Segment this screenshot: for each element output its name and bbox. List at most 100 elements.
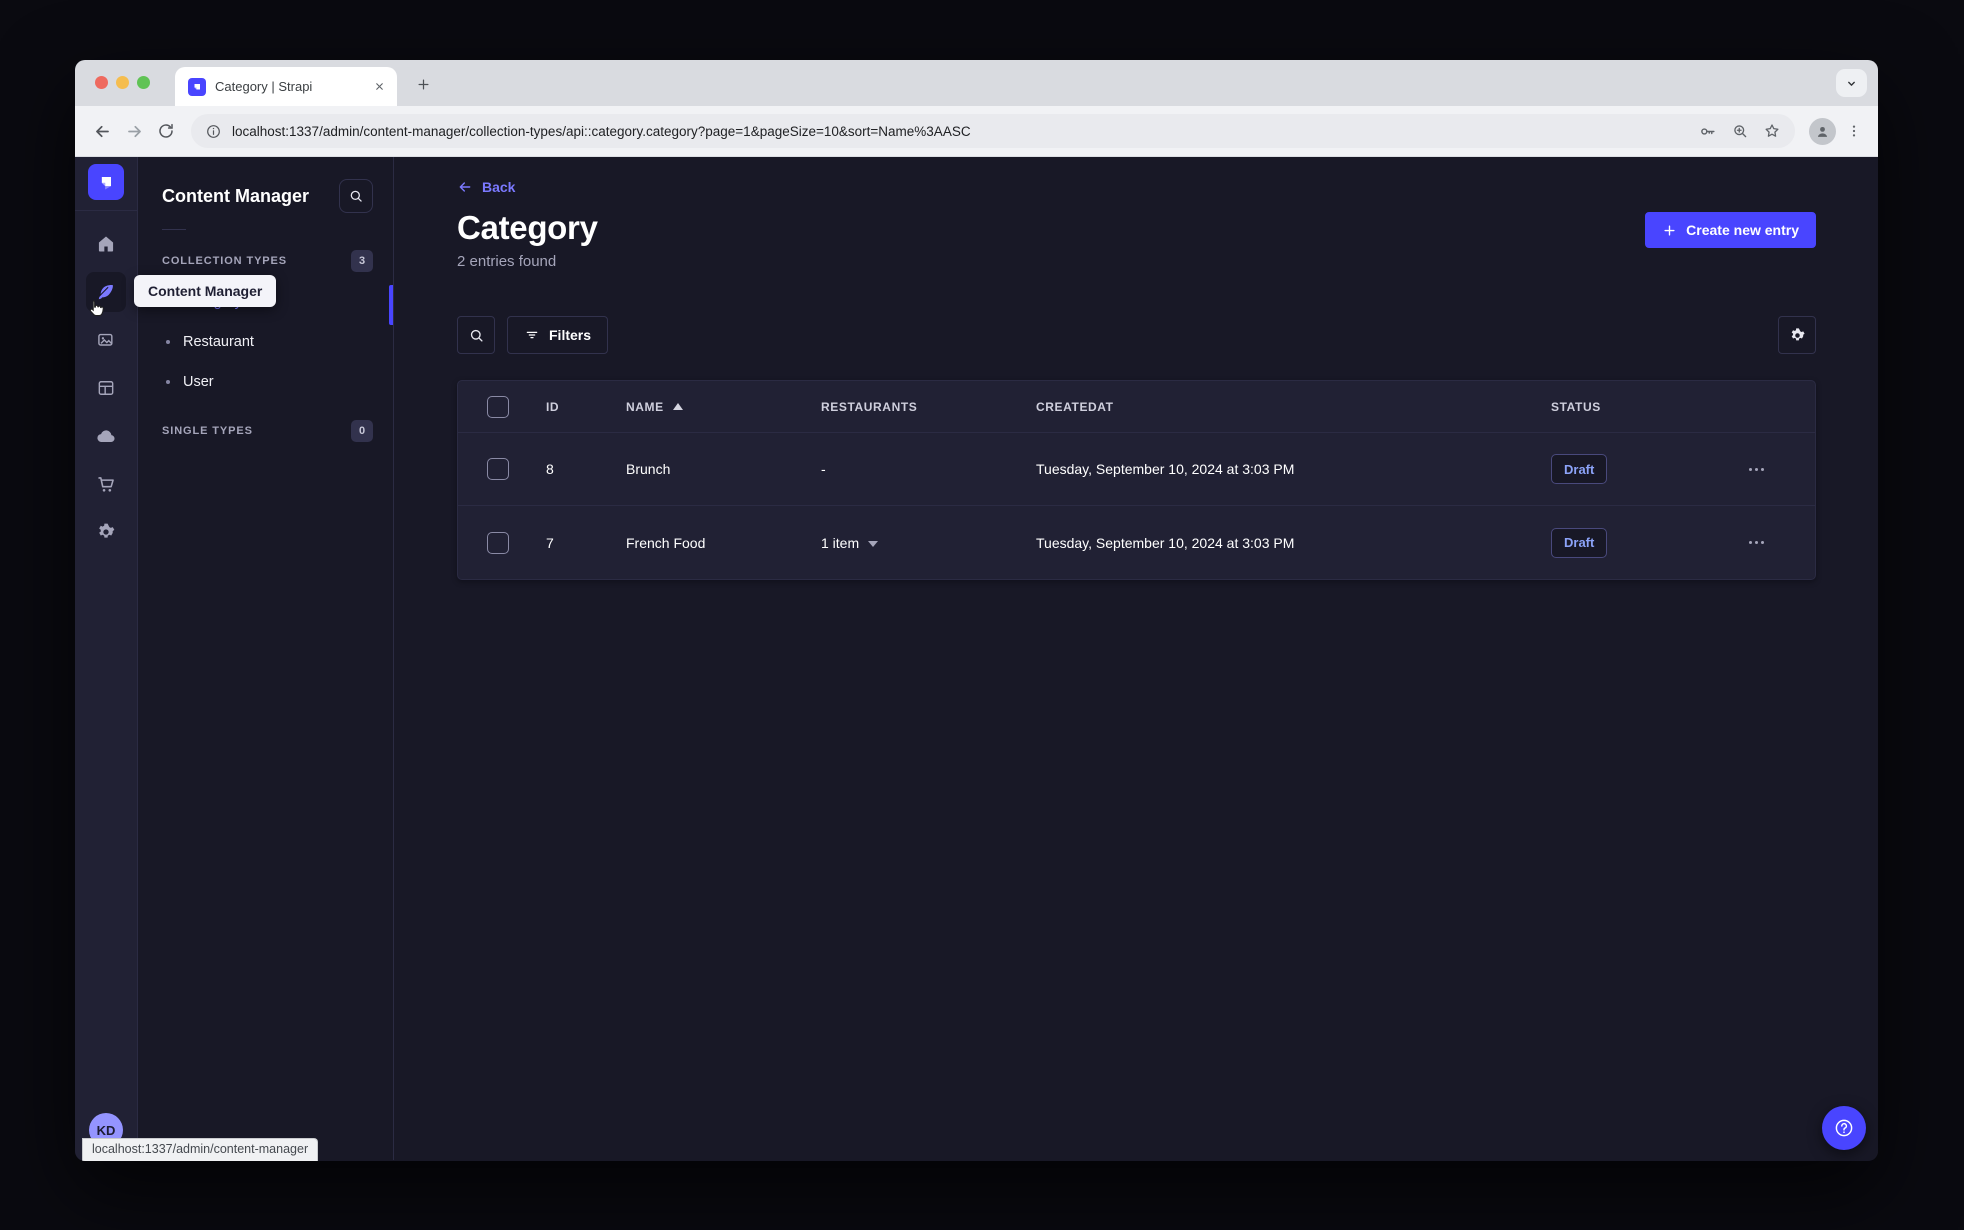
content-type-builder-icon [98, 381, 114, 395]
filters-button[interactable]: Filters [507, 316, 609, 354]
tab-close-icon[interactable] [371, 79, 387, 95]
status-badge: Draft [1551, 454, 1608, 484]
browser-window: Category | Strapi localhost:1337/admin/c… [75, 60, 1878, 1161]
browser-tab[interactable]: Category | Strapi [175, 67, 397, 106]
header-name[interactable]: NAME [626, 400, 821, 414]
media-library-icon [98, 333, 113, 346]
browser-toolbar: localhost:1337/admin/content-manager/col… [75, 106, 1878, 157]
sort-asc-icon [672, 403, 683, 410]
single-types-label: SINGLE TYPES [162, 425, 253, 437]
nav-cloud[interactable] [86, 416, 126, 456]
table-row[interactable]: 8 Brunch - Tuesday, September 10, 2024 a… [458, 433, 1815, 506]
url-text[interactable]: localhost:1337/admin/content-manager/col… [232, 124, 1688, 139]
table-search-button[interactable] [457, 316, 495, 354]
header-status[interactable]: STATUS [1551, 400, 1711, 414]
sidebar-collection-item[interactable]: Restaurant [138, 322, 393, 362]
traffic-lights [95, 76, 150, 89]
header-createdat[interactable]: CREATEDAT [1036, 400, 1551, 414]
search-icon [470, 329, 483, 342]
main-content: Back Category Create new entry 2 entries… [394, 157, 1878, 1160]
entries-table: ID NAME RESTAURANTS CREATEDAT STATUS 8 B… [457, 380, 1816, 580]
collection-types-label: COLLECTION TYPES [162, 255, 288, 267]
cloud-icon [97, 430, 115, 442]
header-id[interactable]: ID [546, 400, 626, 414]
browser-profile-avatar[interactable] [1809, 117, 1836, 145]
reload-icon[interactable] [151, 116, 181, 146]
content-manager-tooltip: Content Manager [134, 275, 277, 307]
single-types-count-badge: 0 [351, 420, 373, 442]
page-title: Category [457, 209, 598, 246]
tab-strip: Category | Strapi [75, 60, 1878, 106]
table-header-row: ID NAME RESTAURANTS CREATEDAT STATUS [458, 381, 1815, 433]
strapi-logo-icon[interactable] [88, 164, 124, 200]
bullet-icon [166, 380, 170, 384]
back-arrow-icon [459, 182, 471, 192]
url-bar[interactable]: localhost:1337/admin/content-manager/col… [191, 114, 1795, 148]
sidebar-divider [162, 229, 186, 230]
bullet-icon [166, 340, 170, 344]
tab-search-chevron-icon[interactable] [1836, 69, 1867, 97]
chevron-down-icon [868, 540, 879, 547]
browser-menu-icon[interactable] [1842, 119, 1866, 143]
entries-count: 2 entries found [457, 253, 557, 270]
nav-settings[interactable] [86, 512, 126, 552]
forward-icon[interactable] [119, 116, 149, 146]
cell-name: French Food [626, 534, 706, 551]
gear-icon [1791, 327, 1805, 340]
cell-id: 8 [546, 461, 554, 477]
password-key-icon[interactable] [1698, 122, 1717, 141]
row-actions-menu[interactable] [1749, 541, 1815, 544]
settings-icon [99, 523, 115, 538]
view-settings-button[interactable] [1778, 316, 1816, 354]
nav-marketplace[interactable] [86, 464, 126, 504]
row-checkbox[interactable] [487, 531, 509, 554]
maximize-window-button[interactable] [137, 76, 150, 89]
create-new-entry-button[interactable]: Create new entry [1645, 212, 1816, 248]
cell-restaurants[interactable]: 1 item [821, 535, 1036, 551]
header-restaurants[interactable]: RESTAURANTS [821, 400, 1036, 414]
strapi-app: KD Content Manager COLLECTION TYPES 3 Re… [75, 157, 1878, 1160]
nav-media-library[interactable] [86, 320, 126, 360]
filter-icon [526, 331, 538, 339]
table-row[interactable]: 7 French Food 1 item Tuesday, September … [458, 506, 1815, 579]
bookmark-star-icon[interactable] [1763, 122, 1781, 140]
tab-title: Category | Strapi [215, 79, 313, 94]
new-tab-button[interactable] [411, 72, 435, 96]
site-info-icon[interactable] [205, 123, 222, 140]
status-bar: localhost:1337/admin/content-manager [82, 1138, 319, 1161]
row-checkbox[interactable] [487, 458, 509, 480]
cell-createdat: Tuesday, September 10, 2024 at 3:03 PM [1036, 461, 1295, 477]
nav-content-type-builder[interactable] [86, 368, 126, 408]
row-actions-menu[interactable] [1749, 467, 1815, 471]
marketplace-icon [97, 476, 114, 492]
close-window-button[interactable] [95, 76, 108, 89]
sidebar-search-button[interactable] [339, 179, 373, 213]
rail-divider [75, 210, 137, 211]
plus-icon [1664, 224, 1675, 236]
desktop: Category | Strapi localhost:1337/admin/c… [0, 0, 1964, 1230]
zoom-in-icon[interactable] [1731, 122, 1749, 140]
back-link[interactable]: Back [457, 179, 515, 195]
search-icon [350, 190, 362, 202]
collection-types-count-badge: 3 [351, 250, 373, 272]
nav-home[interactable] [86, 224, 126, 264]
content-manager-sidebar: Content Manager COLLECTION TYPES 3 Categ… [134, 157, 394, 1160]
cursor-pointer-icon [89, 300, 104, 316]
home-icon [98, 236, 114, 252]
sidebar-title: Content Manager [162, 185, 310, 206]
sidebar-collection-item[interactable]: User [138, 362, 393, 402]
active-item-indicator [389, 285, 393, 325]
strapi-favicon-icon [188, 77, 206, 96]
cell-createdat: Tuesday, September 10, 2024 at 3:03 PM [1036, 534, 1295, 551]
help-icon [1835, 1119, 1853, 1137]
nav-content-manager[interactable] [86, 272, 126, 316]
back-icon[interactable] [87, 116, 117, 146]
cell-restaurants[interactable]: - [821, 461, 1036, 477]
cell-name: Brunch [626, 461, 671, 477]
select-all-checkbox[interactable] [487, 395, 509, 418]
status-badge: Draft [1551, 527, 1608, 558]
minimize-window-button[interactable] [116, 76, 129, 89]
help-button[interactable] [1822, 1106, 1866, 1150]
table-body: 8 Brunch - Tuesday, September 10, 2024 a… [458, 433, 1815, 579]
cell-id: 7 [546, 534, 554, 551]
